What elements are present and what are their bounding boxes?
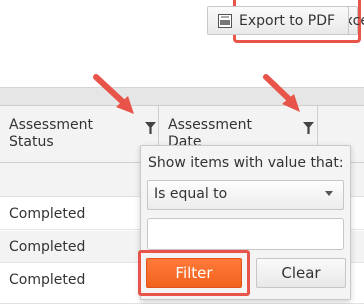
- pdf-icon: [217, 13, 233, 29]
- grid-group-header: [0, 87, 364, 105]
- column-header-assessment-status[interactable]: Assessment Status: [9, 117, 93, 151]
- date-filter-icon[interactable]: [301, 121, 315, 135]
- chevron-down-icon: [325, 191, 333, 196]
- status-cell: Completed: [9, 206, 86, 222]
- clear-button[interactable]: Clear: [256, 258, 346, 288]
- filter-operator-select[interactable]: Is equal to: [147, 180, 344, 210]
- column-header-label: Status: [9, 134, 54, 150]
- column-header-label: Assessment: [9, 117, 93, 133]
- status-filter-icon[interactable]: [143, 121, 157, 135]
- column-header-assessment-date[interactable]: Assessment Date: [168, 117, 252, 150]
- status-cell: Completed: [9, 272, 86, 288]
- export-to-pdf-label: Export to PDF: [239, 12, 336, 29]
- filter-button-highlight: [138, 250, 250, 296]
- export-to-pdf-button[interactable]: Export to PDF: [207, 6, 349, 35]
- status-cell: Completed: [9, 239, 86, 255]
- filter-popup-title: Show items with value that:: [148, 155, 344, 171]
- column-header-label: Assessment: [168, 117, 252, 133]
- filter-operator-value: Is equal to: [154, 186, 228, 202]
- filter-value-input[interactable]: [147, 218, 344, 250]
